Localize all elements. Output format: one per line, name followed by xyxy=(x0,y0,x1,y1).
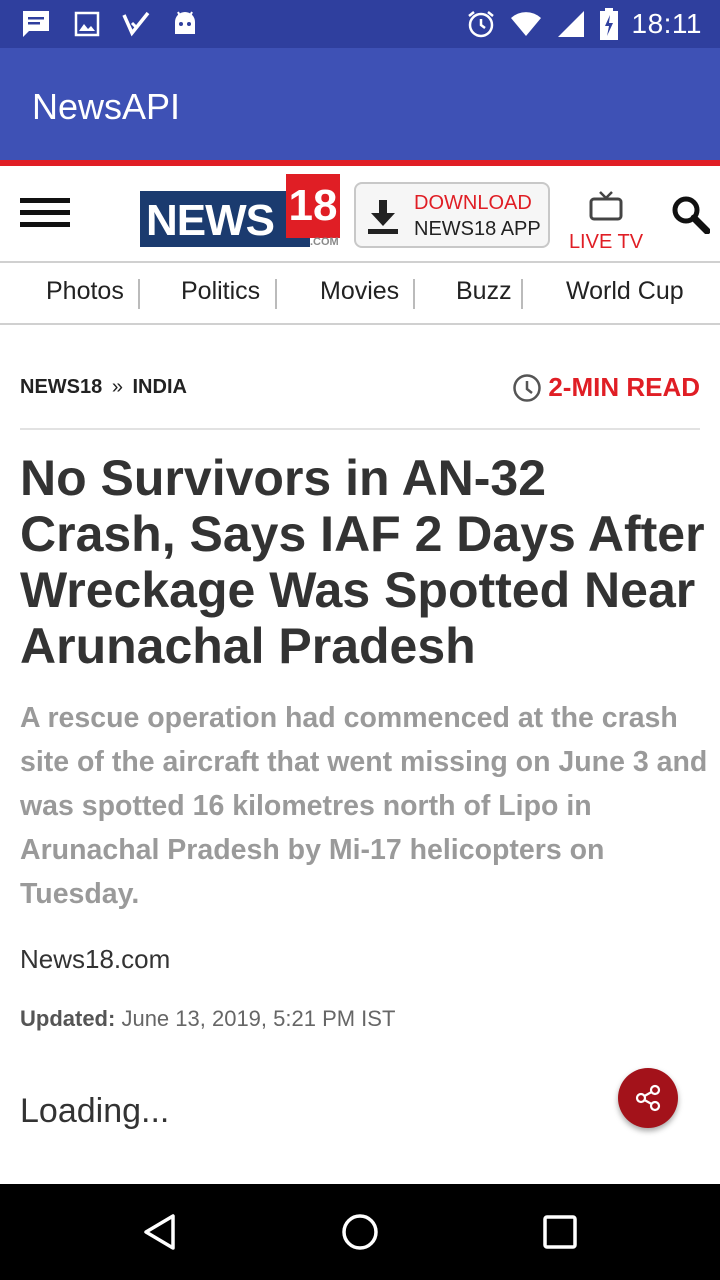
category-separator xyxy=(413,279,415,309)
live-tv-label: LIVE TV xyxy=(568,231,644,253)
app-title: NewsAPI xyxy=(32,86,181,127)
menu-icon[interactable] xyxy=(20,198,70,230)
alarm-icon xyxy=(467,11,494,38)
live-tv-button[interactable]: LIVE TV xyxy=(568,190,644,254)
article-source: News18.com xyxy=(20,944,171,974)
category-world-cup[interactable]: World Cup xyxy=(566,277,684,306)
checkmark-icon xyxy=(122,11,150,37)
category-politics[interactable]: Politics xyxy=(181,277,260,306)
article-summary: A rescue operation had commenced at the … xyxy=(20,702,708,910)
breadcrumb: NEWS18 » INDIA xyxy=(20,376,187,399)
category-nav: Photos Politics Movies Buzz World Cup xyxy=(0,263,720,325)
divider xyxy=(20,428,700,430)
image-icon xyxy=(74,11,100,37)
download-app-name: NEWS18 APP xyxy=(414,218,541,240)
download-label: DOWNLOAD xyxy=(414,192,532,214)
category-buzz[interactable]: Buzz xyxy=(456,277,512,306)
android-icon xyxy=(175,11,195,34)
category-separator xyxy=(138,279,140,309)
logo-suffix: .COM xyxy=(310,236,339,248)
tv-icon xyxy=(589,191,623,221)
share-icon xyxy=(635,1084,661,1112)
download-app-button[interactable]: DOWNLOAD NEWS18 APP xyxy=(354,182,550,248)
status-bar: 18:11 xyxy=(0,0,720,48)
search-icon[interactable] xyxy=(670,194,710,234)
article-updated: Updated: June 13, 2019, 5:21 PM IST xyxy=(20,1006,395,1032)
back-icon[interactable] xyxy=(140,1212,180,1252)
status-time: 18:11 xyxy=(631,8,702,39)
site-header: NEWS 18 .COM DOWNLOAD NEWS18 APP LIVE TV xyxy=(0,166,720,263)
message-icon xyxy=(23,11,49,37)
clock-icon xyxy=(513,373,542,402)
battery-icon xyxy=(599,8,618,40)
signal-icon xyxy=(557,11,584,37)
download-icon xyxy=(368,200,398,234)
home-icon[interactable] xyxy=(340,1212,380,1252)
read-time: 2-MIN READ xyxy=(512,372,700,403)
updated-timestamp: June 13, 2019, 5:21 PM IST xyxy=(121,1006,396,1031)
category-movies[interactable]: Movies xyxy=(320,277,399,306)
app-bar: NewsAPI xyxy=(0,48,720,160)
updated-label: Updated: xyxy=(20,1006,116,1031)
breadcrumb-separator: » xyxy=(111,376,123,398)
breadcrumb-section[interactable]: INDIA xyxy=(133,376,187,398)
logo-text: NEWS xyxy=(146,196,275,245)
breadcrumb-site[interactable]: NEWS18 xyxy=(20,376,102,398)
system-nav-bar xyxy=(0,1184,720,1280)
share-button[interactable] xyxy=(618,1068,678,1128)
logo-number: 18 xyxy=(286,174,340,238)
category-photos[interactable]: Photos xyxy=(46,277,124,306)
category-separator xyxy=(275,279,277,309)
category-separator xyxy=(521,279,523,309)
read-time-label: 2-MIN READ xyxy=(548,372,700,402)
wifi-icon xyxy=(510,12,541,37)
loading-text: Loading... xyxy=(20,1092,170,1130)
recents-icon[interactable] xyxy=(540,1212,580,1252)
news18-logo[interactable]: NEWS 18 .COM xyxy=(140,174,340,248)
article-headline: No Survivors in AN-32 Crash, Says IAF 2 … xyxy=(20,450,705,674)
